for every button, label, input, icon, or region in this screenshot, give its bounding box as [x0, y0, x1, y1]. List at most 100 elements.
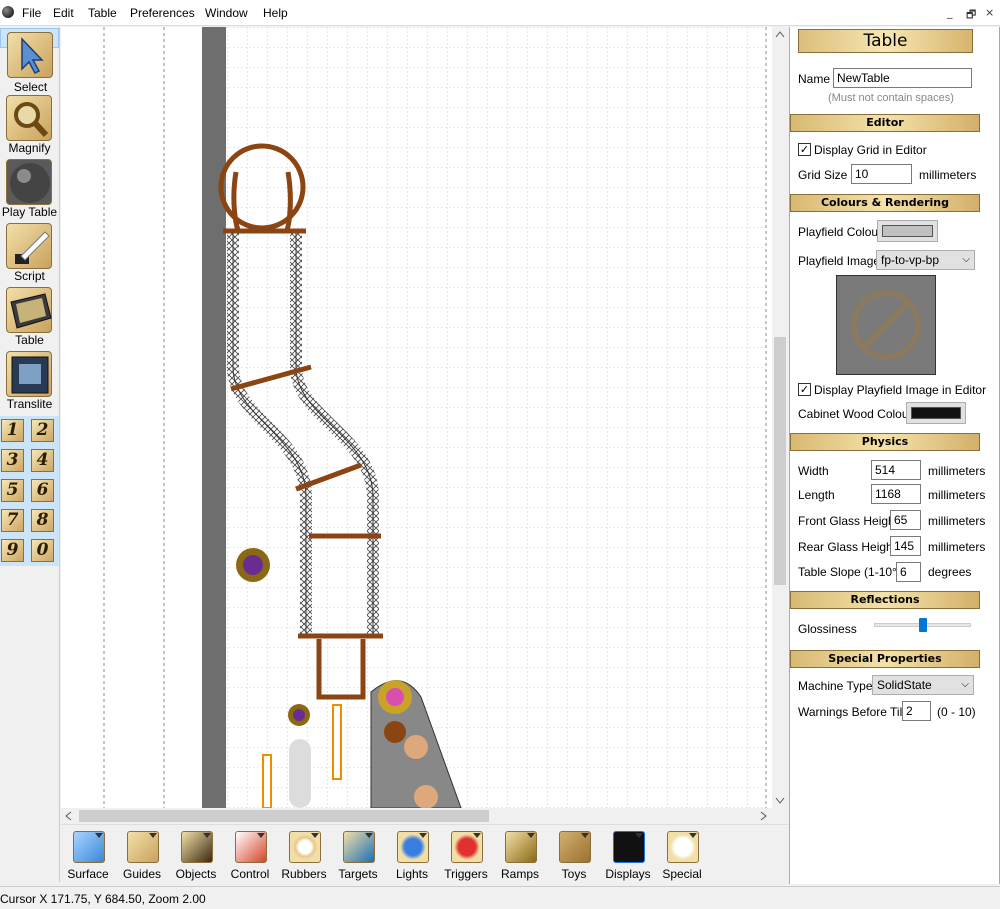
horizontal-scrollbar[interactable] [61, 808, 772, 824]
keypad-7[interactable]: 7 [1, 509, 24, 532]
play-table-tool-label: Play Table [1, 205, 58, 219]
machine-type-label: Machine Type [798, 679, 873, 693]
control-label: Control [230, 867, 270, 881]
keypad-2[interactable]: 2 [31, 419, 54, 442]
physics-header: Physics [790, 433, 980, 451]
playfield-colour-swatch [882, 225, 933, 237]
glossiness-label: Glossiness [798, 622, 857, 636]
menu-table[interactable]: Table [88, 6, 117, 20]
playfield-image-select[interactable]: fp-to-vp-bp ⌵ [876, 250, 975, 270]
minimize-button[interactable]: _ [947, 6, 953, 19]
chevron-down-icon: ⌵ [961, 679, 969, 690]
ramps-label: Ramps [500, 867, 539, 881]
surface-button[interactable]: Surface [61, 829, 115, 881]
bottom-toolbar: Surface Guides Objects Control Rubbers T… [61, 824, 788, 882]
keypad-1[interactable]: 1 [1, 419, 24, 442]
targets-button[interactable]: Targets [331, 829, 385, 881]
close-button[interactable]: × [985, 6, 994, 19]
guides-button[interactable]: Guides [115, 829, 169, 881]
front-glass-label: Front Glass Height [798, 514, 899, 528]
rubbers-button[interactable]: Rubbers [277, 829, 331, 881]
grid-size-label: Grid Size [798, 168, 848, 182]
magnify-tool[interactable]: Magnify [0, 92, 59, 156]
translite-tool[interactable]: Translite [0, 348, 59, 412]
rubber-ring-icon [289, 831, 321, 863]
objects-button[interactable]: Objects [169, 829, 223, 881]
warnings-range: (0 - 10) [937, 705, 976, 719]
display-icon [613, 831, 645, 863]
play-table-tool[interactable]: Play Table [0, 156, 59, 220]
magnifier-icon [6, 95, 52, 141]
length-label: Length [798, 488, 835, 502]
script-tool[interactable]: Script [0, 220, 59, 284]
playfield-colour-button[interactable] [877, 220, 938, 242]
display-grid-checkbox[interactable]: ✓ [798, 143, 811, 156]
front-glass-field[interactable]: 65 [890, 510, 921, 530]
number-keypad: 1 2 3 4 5 6 7 8 9 0 [0, 416, 59, 566]
special-button[interactable]: Special [655, 829, 709, 881]
left-toolbar: Select Magnify Play Table Script Table T… [0, 27, 60, 882]
keypad-8[interactable]: 8 [31, 509, 54, 532]
translite-icon [6, 351, 52, 397]
stopwatch-icon [667, 831, 699, 863]
properties-panel: Table Name NewTable (Must not contain sp… [789, 27, 1000, 884]
keypad-3[interactable]: 3 [1, 449, 24, 472]
name-hint: (Must not contain spaces) [828, 92, 954, 104]
guides-icon [127, 831, 159, 863]
vertical-scrollbar[interactable] [772, 27, 788, 808]
menu-edit[interactable]: Edit [53, 6, 74, 20]
guides-label: Guides [122, 867, 162, 881]
display-image-checkbox[interactable]: ✓ [798, 383, 811, 396]
displays-button[interactable]: Displays [601, 829, 655, 881]
keypad-4[interactable]: 4 [31, 449, 54, 472]
keypad-5[interactable]: 5 [1, 479, 24, 502]
toy-icon [559, 831, 591, 863]
glossiness-slider-thumb[interactable] [919, 618, 927, 632]
keypad-6[interactable]: 6 [31, 479, 54, 502]
target-icon [343, 831, 375, 863]
translite-tool-label: Translite [6, 397, 53, 411]
display-grid-label: Display Grid in Editor [814, 143, 927, 157]
ramps-button[interactable]: Ramps [493, 829, 547, 881]
quill-icon [6, 223, 52, 269]
menu-file[interactable]: File [22, 6, 41, 20]
machine-type-select[interactable]: SolidState ⌵ [872, 675, 974, 695]
cabinet-wood-button[interactable] [906, 402, 966, 424]
width-field[interactable]: 514 [871, 460, 921, 480]
light-icon [397, 831, 429, 863]
triggers-label: Triggers [444, 867, 488, 881]
cursor-status: Cursor X 171.75, Y 684.50, Zoom 2.00 [0, 892, 206, 906]
table-tool-label: Table [15, 333, 44, 347]
grid-size-field[interactable]: 10 [851, 164, 912, 184]
playfield-canvas[interactable] [61, 27, 772, 808]
keypad-0[interactable]: 0 [31, 539, 54, 562]
menu-help[interactable]: Help [263, 6, 288, 20]
table-tool[interactable]: Table [0, 284, 59, 348]
toys-button[interactable]: Toys [547, 829, 601, 881]
length-unit: millimeters [928, 488, 986, 502]
rubbers-label: Rubbers [281, 867, 327, 881]
triggers-button[interactable]: Triggers [439, 829, 493, 881]
menu-window[interactable]: Window [205, 6, 248, 20]
menu-preferences[interactable]: Preferences [130, 6, 195, 20]
rear-glass-field[interactable]: 145 [890, 536, 921, 556]
name-field[interactable]: NewTable [833, 68, 972, 88]
special-properties-header: Special Properties [790, 650, 980, 668]
width-unit: millimeters [928, 464, 986, 478]
ramp-icon [505, 831, 537, 863]
select-tool[interactable]: Select [0, 28, 59, 94]
restore-button[interactable]: 🗗 [966, 6, 976, 25]
length-field[interactable]: 1168 [871, 484, 921, 504]
status-bar: Cursor X 171.75, Y 684.50, Zoom 2.00 [0, 886, 1000, 909]
rear-glass-label: Rear Glass Height [798, 540, 897, 554]
lights-button[interactable]: Lights [385, 829, 439, 881]
surface-label: Surface [67, 867, 109, 881]
glossiness-slider[interactable] [874, 618, 971, 632]
arrow-cursor-icon [7, 32, 53, 78]
rear-glass-unit: millimeters [928, 540, 986, 554]
warnings-field[interactable]: 2 [902, 701, 931, 721]
control-button[interactable]: Control [223, 829, 277, 881]
displays-label: Displays [605, 867, 651, 881]
keypad-9[interactable]: 9 [1, 539, 24, 562]
slope-field[interactable]: 6 [896, 562, 921, 582]
